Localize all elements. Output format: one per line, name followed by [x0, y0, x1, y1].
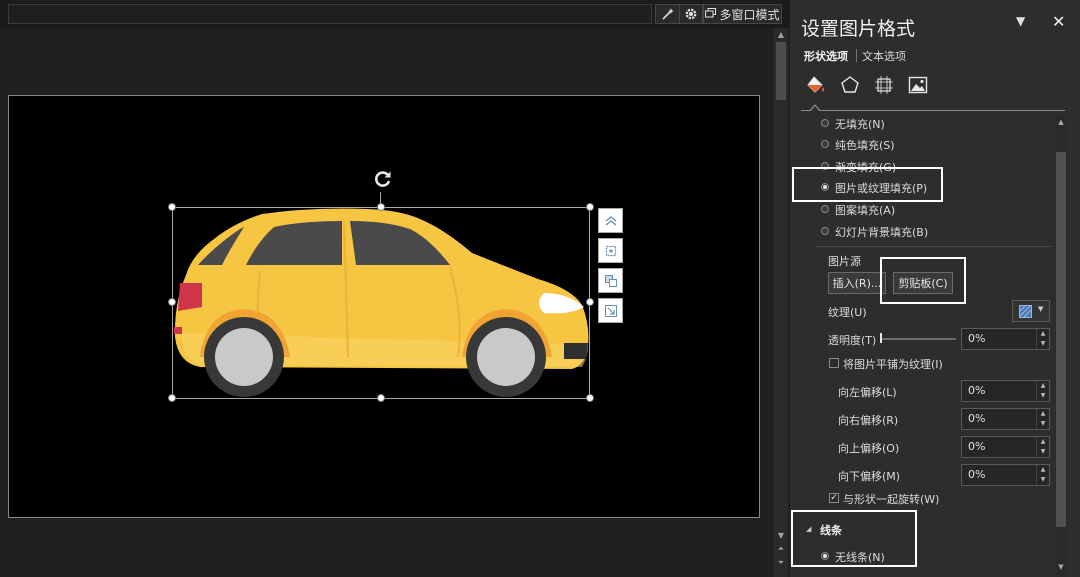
rotate-handle-icon[interactable]: [372, 168, 394, 190]
offset-right-label: 向右偏移(R): [838, 414, 899, 427]
spinner-arrows-icon[interactable]: ▲ ▼: [1036, 409, 1049, 429]
rotate-with-shape-checkbox[interactable]: ✓: [829, 493, 839, 503]
highlight-clipboard: [880, 257, 966, 304]
texture-label: 纹理(U): [828, 306, 867, 319]
transparency-slider-track[interactable]: [882, 338, 956, 340]
crop-icon[interactable]: [598, 238, 623, 263]
gear-icon[interactable]: [679, 4, 703, 24]
resize-handle[interactable]: [377, 394, 385, 402]
resize-diagonal-icon[interactable]: [598, 298, 623, 323]
resize-handle[interactable]: [586, 203, 594, 211]
radio-no-fill[interactable]: [821, 119, 829, 127]
resize-handle[interactable]: [168, 298, 176, 306]
arrange-icon[interactable]: [598, 268, 623, 293]
resize-handle[interactable]: [586, 394, 594, 402]
tab-text-options[interactable]: 文本选项: [862, 48, 906, 64]
selection-box: [172, 207, 590, 399]
offset-left-label: 向左偏移(L): [838, 386, 897, 399]
top-input-field[interactable]: [8, 4, 652, 24]
category-pointer-inner: [810, 106, 820, 112]
radio-label: 幻灯片背景填充(B): [835, 226, 929, 239]
tile-texture-checkbox[interactable]: [829, 358, 839, 368]
transparency-slider-thumb[interactable]: [880, 333, 882, 343]
resize-handle[interactable]: [377, 203, 385, 211]
pane-title: 设置图片格式: [801, 18, 916, 40]
tab-shape-options[interactable]: 形状选项: [804, 48, 848, 64]
tile-texture-label: 将图片平铺为纹理(I): [843, 358, 943, 371]
chevron-down-icon: ▼: [1038, 305, 1044, 313]
close-icon[interactable]: ✕: [1052, 12, 1065, 31]
wand-tools-icon[interactable]: [655, 4, 680, 24]
scroll-thumb[interactable]: [776, 42, 786, 100]
radio-label: 纯色填充(S): [835, 139, 895, 152]
scroll-down-icon[interactable]: ▼: [774, 531, 788, 541]
spinner-arrows-icon[interactable]: ▲ ▼: [1036, 437, 1049, 457]
picture-icon[interactable]: [905, 72, 931, 98]
resize-handle[interactable]: [168, 203, 176, 211]
insert-button[interactable]: 插入(R)...: [828, 272, 886, 294]
next-slide-icon[interactable]: ⏷: [774, 558, 788, 568]
previous-slide-icon[interactable]: ⏶: [774, 544, 788, 554]
resize-handle[interactable]: [168, 394, 176, 402]
highlight-line-section: [791, 510, 917, 567]
resize-handle[interactable]: [586, 298, 594, 306]
pane-scroll-thumb[interactable]: [1056, 152, 1066, 527]
offset-top-input[interactable]: 0% ▲ ▼: [961, 436, 1050, 458]
size-layout-icon[interactable]: [871, 72, 897, 98]
collapse-icon[interactable]: [598, 208, 623, 233]
offset-bottom-input[interactable]: 0% ▲ ▼: [961, 464, 1050, 486]
radio-solid-fill[interactable]: [821, 140, 829, 148]
offset-top-label: 向上偏移(O): [838, 442, 900, 455]
transparency-label: 透明度(T): [828, 334, 877, 347]
dropdown-arrow-icon[interactable]: ▼: [1016, 14, 1025, 28]
pane-scroll-down-icon[interactable]: ▼: [1056, 563, 1066, 571]
rotate-with-shape-label: 与形状一起旋转(W): [843, 493, 940, 506]
scroll-up-icon[interactable]: ▲: [774, 30, 788, 40]
category-underline: [801, 110, 1065, 111]
pentagon-icon[interactable]: [837, 72, 863, 98]
spinner-arrows-icon[interactable]: ▲ ▼: [1036, 465, 1049, 485]
vertical-scrollbar[interactable]: [774, 28, 788, 577]
texture-swatch-icon: [1019, 305, 1032, 318]
highlight-picture-fill: [792, 167, 943, 202]
radio-label: 图案填充(A): [835, 204, 896, 217]
radio-pattern-fill[interactable]: [821, 205, 829, 213]
spinner-arrows-icon[interactable]: ▲ ▼: [1036, 381, 1049, 401]
multiwindow-label: 多窗口模式: [719, 7, 780, 22]
offset-bottom-label: 向下偏移(M): [838, 470, 901, 483]
section-divider: [815, 246, 1051, 247]
pane-scroll-up-icon[interactable]: ▲: [1056, 118, 1066, 126]
radio-slide-background-fill[interactable]: [821, 227, 829, 235]
radio-label: 无填充(N): [835, 118, 885, 131]
tab-separator: [856, 49, 857, 62]
spinner-arrows-icon[interactable]: ▲ ▼: [1036, 329, 1049, 349]
texture-dropdown[interactable]: ▼: [1012, 300, 1050, 322]
fill-bucket-icon[interactable]: [803, 72, 829, 98]
offset-right-input[interactable]: 0% ▲ ▼: [961, 408, 1050, 430]
multiwindow-mode-button[interactable]: 多窗口模式: [703, 4, 782, 24]
offset-left-input[interactable]: 0% ▲ ▼: [961, 380, 1050, 402]
picture-source-label: 图片源: [828, 255, 861, 268]
windows-icon: [705, 7, 717, 21]
transparency-input[interactable]: 0% ▲ ▼: [961, 328, 1050, 350]
